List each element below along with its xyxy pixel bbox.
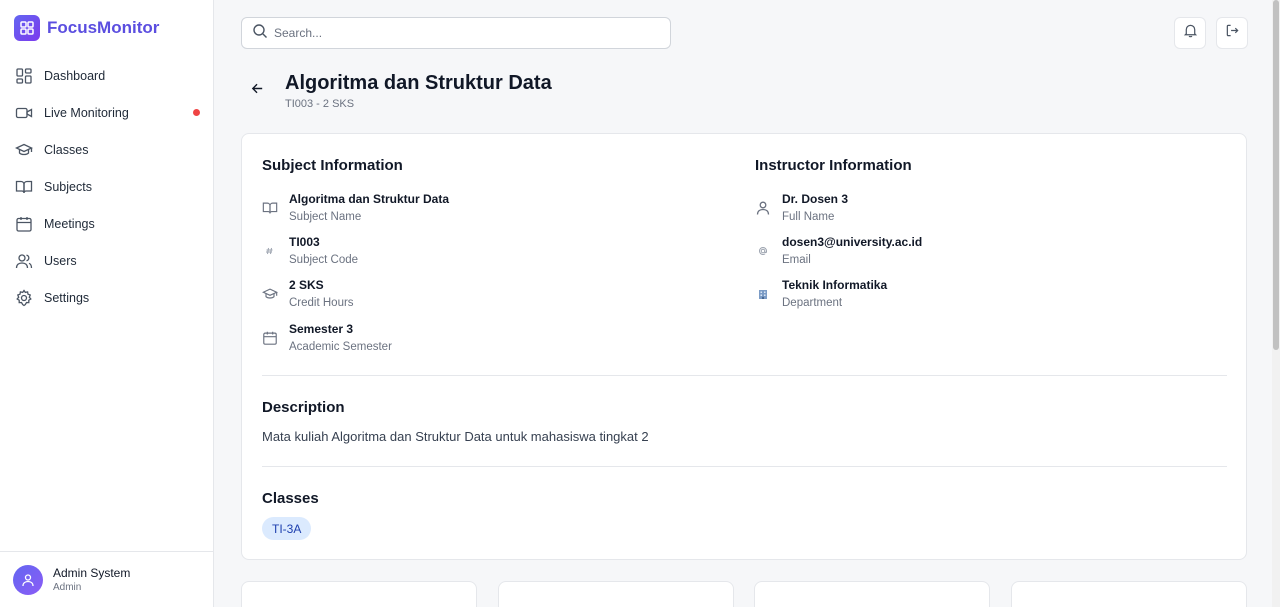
logout-icon <box>1225 23 1240 43</box>
search-icon <box>252 23 268 44</box>
instructor-email-label: Email <box>782 254 811 266</box>
book-icon <box>262 200 278 216</box>
video-icon <box>14 103 33 122</box>
scrollbar[interactable] <box>1272 0 1280 607</box>
credit-hours-label: Credit Hours <box>289 297 354 309</box>
sidebar-nav: Dashboard Live Monitoring Classes Subjec… <box>0 57 213 316</box>
avatar <box>13 564 43 595</box>
subject-code-value: TI003 <box>289 235 320 249</box>
instructor-name-label: Full Name <box>782 211 835 223</box>
sidebar-item-settings[interactable]: Settings <box>0 279 213 316</box>
user-name: Admin System <box>53 566 131 580</box>
page-title: Algoritma dan Struktur Data <box>285 72 552 94</box>
sidebar-item-label: Live Monitoring <box>44 105 129 120</box>
sidebar-item-label: Settings <box>44 290 90 305</box>
classes-title: Classes <box>262 490 319 507</box>
page-subtitle: TI003 - 2 SKS <box>285 98 355 110</box>
graduation-cap-icon <box>14 140 33 159</box>
class-chip[interactable]: TI-3A <box>262 517 312 540</box>
notifications-button[interactable] <box>1174 17 1206 49</box>
description-title: Description <box>262 399 345 416</box>
semester-row: Semester 3 Academic Semester <box>262 322 392 355</box>
stat-card <box>1011 581 1247 607</box>
sidebar-item-label: Subjects <box>44 179 92 194</box>
gear-icon <box>14 288 33 307</box>
instructor-name-row: Dr. Dosen 3 Full Name <box>755 192 848 225</box>
semester-value: Semester 3 <box>289 322 354 336</box>
stat-card <box>498 581 734 607</box>
graduation-cap-icon <box>262 286 278 302</box>
sidebar-item-users[interactable]: Users <box>0 242 213 279</box>
sidebar: FocusMonitor Dashboard Live Monitoring C… <box>0 0 214 607</box>
stat-card <box>754 581 990 607</box>
subject-code-label: Subject Code <box>289 254 359 266</box>
sidebar-item-label: Classes <box>44 142 89 157</box>
instructor-info-title: Instructor Information <box>755 157 912 174</box>
stat-card <box>241 581 477 607</box>
subject-code-row: TI003 Subject Code <box>262 235 358 268</box>
credit-hours-row: 2 SKS Credit Hours <box>262 278 354 311</box>
search-input[interactable] <box>274 26 654 40</box>
arrow-left-icon <box>250 81 265 101</box>
bell-icon <box>1183 23 1198 43</box>
subject-name-value: Algoritma dan Struktur Data <box>289 192 450 206</box>
back-button[interactable] <box>247 81 267 101</box>
search-bar <box>241 17 671 49</box>
sidebar-item-label: Users <box>44 253 77 268</box>
users-icon <box>14 251 33 270</box>
book-icon <box>14 177 33 196</box>
app-name: FocusMonitor <box>47 18 160 37</box>
at-icon <box>755 243 771 259</box>
logout-button[interactable] <box>1216 17 1248 49</box>
instructor-email-value: dosen3@university.ac.id <box>782 235 923 249</box>
subject-detail-card: Subject Information Algoritma dan Strukt… <box>241 133 1247 560</box>
brand[interactable]: FocusMonitor <box>14 15 159 41</box>
divider <box>262 466 1227 467</box>
calendar-icon <box>14 214 33 233</box>
user-profile[interactable]: Admin System Admin <box>0 551 213 607</box>
subject-name-label: Subject Name <box>289 211 362 223</box>
sidebar-item-dashboard[interactable]: Dashboard <box>0 57 213 94</box>
hash-icon <box>262 243 278 259</box>
sidebar-item-classes[interactable]: Classes <box>0 131 213 168</box>
live-indicator-dot <box>193 109 200 116</box>
divider <box>262 375 1227 376</box>
sidebar-item-subjects[interactable]: Subjects <box>0 168 213 205</box>
scrollbar-thumb[interactable] <box>1273 0 1279 350</box>
credit-hours-value: 2 SKS <box>289 278 324 292</box>
sidebar-item-label: Dashboard <box>44 68 106 83</box>
building-icon <box>755 286 771 302</box>
description-text: Mata kuliah Algoritma dan Struktur Data … <box>262 429 649 444</box>
calendar-icon <box>262 330 278 346</box>
user-icon <box>755 200 771 216</box>
sidebar-item-meetings[interactable]: Meetings <box>0 205 213 242</box>
sidebar-item-label: Meetings <box>44 216 95 231</box>
instructor-department-value: Teknik Informatika <box>782 278 888 292</box>
instructor-email-row: dosen3@university.ac.id Email <box>755 235 922 268</box>
logo-icon <box>14 15 40 41</box>
subject-name-row: Algoritma dan Struktur Data Subject Name <box>262 192 449 225</box>
dashboard-icon <box>14 66 33 85</box>
instructor-department-label: Department <box>782 297 843 309</box>
subject-info-title: Subject Information <box>262 157 403 174</box>
semester-label: Academic Semester <box>289 341 392 353</box>
user-role: Admin <box>53 582 82 593</box>
instructor-department-row: Teknik Informatika Department <box>755 278 887 311</box>
sidebar-item-live-monitoring[interactable]: Live Monitoring <box>0 94 213 131</box>
instructor-name-value: Dr. Dosen 3 <box>782 192 849 206</box>
